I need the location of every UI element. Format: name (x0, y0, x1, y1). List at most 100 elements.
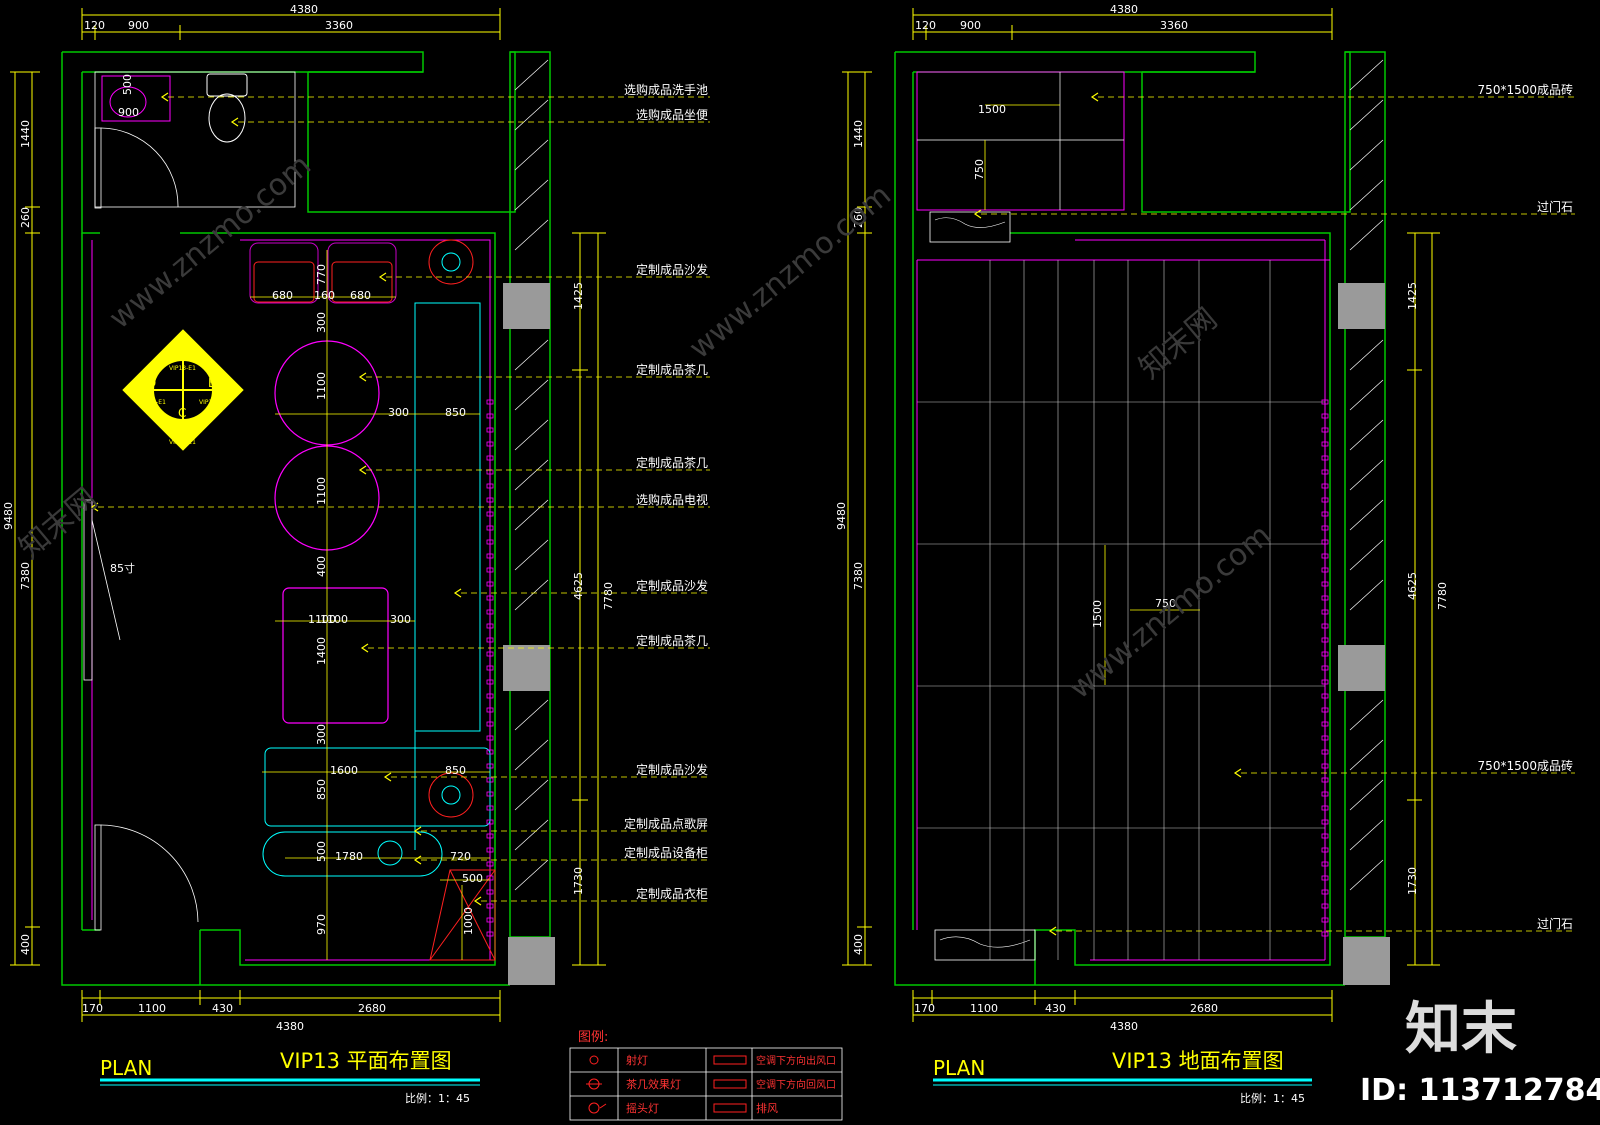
right-dim-4625: 4625 (572, 572, 585, 600)
r-inner-dim-1500-b: 1500 (1091, 600, 1104, 628)
legend-item-ac-outlet: 空调下方向出风口 (756, 1054, 836, 1067)
cad-drawing: 4380 120 900 3360 9480 1440 260 7380 400… (0, 0, 1600, 1125)
r-left-dim-400: 400 (852, 934, 865, 955)
r-top-dim-3360: 3360 (1160, 19, 1188, 32)
top-dim-total: 4380 (290, 3, 318, 16)
inner-dimension: 900 (118, 106, 139, 119)
r-top-dim-900: 900 (960, 19, 981, 32)
inner-dimension: 160 (314, 289, 335, 302)
right-plan-label: PLAN (933, 1056, 985, 1080)
bottom-dim-1100: 1100 (138, 1002, 166, 1015)
callout-label: 定制成品沙发 (636, 762, 708, 777)
left-dim-total: 9480 (2, 502, 15, 530)
inner-dimension: 500 (462, 872, 483, 885)
tag-code-b: VIP13-E1 (199, 399, 226, 406)
inner-dimension: 300 (315, 724, 328, 745)
left-floor-plan: 4380 120 900 3360 9480 1440 260 7380 400… (2, 3, 710, 1105)
watermark-cn-2: 知末网 (1133, 301, 1224, 386)
right-dim-7780: 7780 (602, 582, 615, 610)
inner-dimension: 1000 (462, 907, 475, 935)
inner-dimension: 1600 (330, 764, 358, 777)
right-dim-1425: 1425 (572, 282, 585, 310)
tag-d: D (147, 376, 156, 390)
r-right-dim-1730: 1730 (1406, 867, 1419, 895)
top-dim-120: 120 (84, 19, 105, 32)
right-floor-plan: 4380 120 900 3360 9480 1440 260 7380 400… (835, 3, 1575, 1105)
tag-a: A (178, 343, 187, 357)
r-bottom-dim-170: 170 (914, 1002, 935, 1015)
elevation-index-tag: A B C D VIP13-E1 VIP13-E1 VIP13-E1 VIP13… (122, 329, 244, 451)
bottom-dim-430: 430 (212, 1002, 233, 1015)
left-plan-scale: 比例：1：45 (405, 1091, 470, 1105)
legend-table: 图例: 射灯 茶几效果灯 摇头灯 空调下方向出风口 空调下方向回风口 排风 (569, 1030, 843, 1121)
inner-dimension: 1780 (335, 850, 363, 863)
watermark-brand: 知末 (1405, 997, 1517, 1062)
inner-dimension: 300 (388, 406, 409, 419)
legend-item-exhaust: 排风 (756, 1101, 778, 1115)
watermark-cn-1: 知末网 (13, 481, 104, 566)
tag-code-d: VIP13-E1 (139, 399, 166, 406)
watermark-url-1: www.znzmo.com (103, 148, 318, 337)
callout-label: 过门石 (1537, 916, 1573, 931)
legend-item-moving-head: 摇头灯 (626, 1101, 659, 1115)
inner-dimension: 850 (315, 779, 328, 800)
callout-label: 定制成品点歌屏 (624, 816, 708, 831)
left-dim-400: 400 (19, 934, 32, 955)
callout-label: 定制成品沙发 (636, 578, 708, 593)
inner-dimension: 500 (315, 841, 328, 862)
r-top-dim-120: 120 (915, 19, 936, 32)
inner-dimension: 850 (445, 406, 466, 419)
r-right-dim-4625: 4625 (1406, 572, 1419, 600)
inner-dimension: 85寸 (110, 561, 135, 575)
left-dim-1440: 1440 (19, 120, 32, 148)
legend-item-table-light: 茶几效果灯 (626, 1077, 681, 1091)
legend-item-ac-return: 空调下方向回风口 (756, 1078, 836, 1091)
inner-dimension: 1100 (315, 477, 328, 505)
callout-label: 定制成品茶几 (636, 362, 708, 377)
inner-dimension: 770 (315, 264, 328, 285)
right-dim-1730: 1730 (572, 867, 585, 895)
inner-dimension: 850 (445, 764, 466, 777)
right-plan-scale: 比例：1：45 (1240, 1091, 1305, 1105)
inner-dimension: 500 (121, 74, 134, 95)
r-left-dim-1440: 1440 (852, 120, 865, 148)
inner-dimension: 300 (315, 312, 328, 333)
inner-dimension: 300 (390, 613, 411, 626)
left-dim-7380: 7380 (19, 562, 32, 590)
callout-label: 定制成品沙发 (636, 262, 708, 277)
top-dim-3360: 3360 (325, 19, 353, 32)
callout-label: 定制成品衣柜 (636, 886, 708, 901)
callout-label: 选购成品电视 (636, 492, 708, 507)
r-right-dim-1425: 1425 (1406, 282, 1419, 310)
legend-heading: 图例: (578, 1030, 608, 1045)
r-left-dim-7380: 7380 (852, 562, 865, 590)
inner-dimension: 1400 (315, 637, 328, 665)
inner-dimension: 970 (315, 914, 328, 935)
right-plan-title: VIP13 地面布置图 (1112, 1049, 1284, 1073)
r-inner-dim-1500-a: 1500 (978, 103, 1006, 116)
legend-item-spotlight: 射灯 (626, 1053, 648, 1067)
r-inner-dim-750-a: 750 (973, 159, 986, 180)
cad-canvas: 4380 120 900 3360 9480 1440 260 7380 400… (2, 3, 1600, 1121)
inner-dimension: 1100 (315, 372, 328, 400)
left-plan-label: PLAN (100, 1056, 152, 1080)
tag-code-c: VIP13-E1 (169, 439, 196, 446)
tag-code-a: VIP13-E1 (169, 365, 196, 372)
callout-label: 定制成品设备柜 (624, 845, 708, 860)
r-top-dim-total: 4380 (1110, 3, 1138, 16)
bottom-dim-2680: 2680 (358, 1002, 386, 1015)
left-plan-title: VIP13 平面布置图 (280, 1049, 452, 1073)
r-right-dim-7780: 7780 (1436, 582, 1449, 610)
callout-label: 750*1500成品砖 (1478, 758, 1573, 773)
inner-dimension: 680 (350, 289, 371, 302)
inner-dimension: 400 (315, 556, 328, 577)
callout-label: 选购成品洗手池 (624, 82, 708, 97)
callout-label: 选购成品坐便 (636, 107, 708, 122)
watermark-id: ID: 1137127841 (1360, 1073, 1600, 1108)
r-bottom-dim-total: 4380 (1110, 1020, 1138, 1033)
r-bottom-dim-1100: 1100 (970, 1002, 998, 1015)
r-bottom-dim-2680: 2680 (1190, 1002, 1218, 1015)
callout-label: 750*1500成品砖 (1478, 82, 1573, 97)
callout-label: 定制成品茶几 (636, 633, 708, 648)
top-dim-900: 900 (128, 19, 149, 32)
